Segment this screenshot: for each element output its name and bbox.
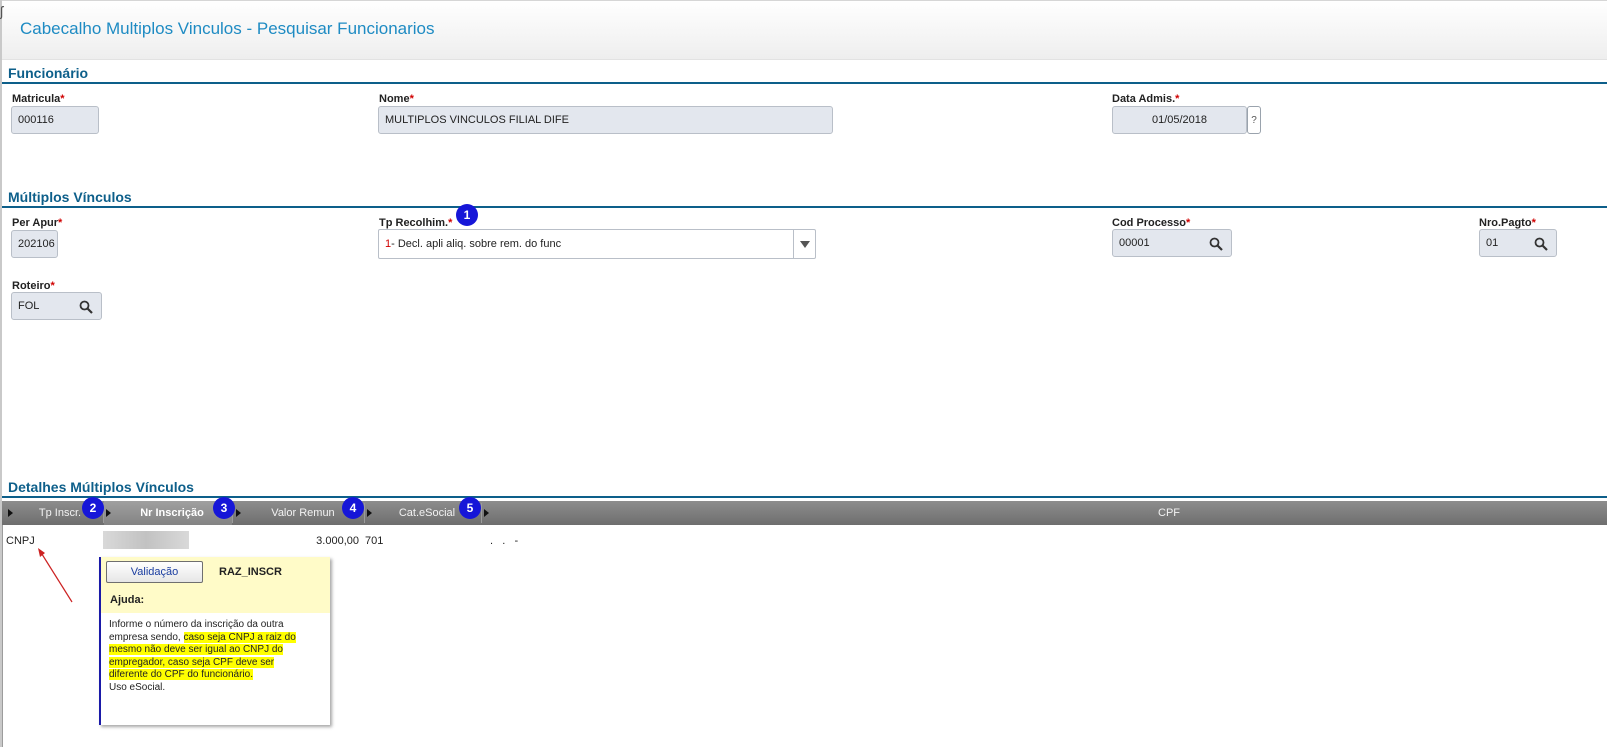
tooltip-field-name: RAZ_INSCR <box>219 566 282 578</box>
grid-arrow-icon[interactable] <box>8 509 13 517</box>
col-cpf[interactable]: CPF <box>490 501 1607 525</box>
cell-valor-remun[interactable]: 3.000,00 <box>240 535 359 547</box>
help-tooltip: Validação RAZ_INSCR Ajuda: Informe o núm… <box>99 557 330 725</box>
grid-arrow-icon[interactable] <box>484 509 489 517</box>
search-icon[interactable] <box>1534 237 1548 251</box>
annotation-badge-3: 3 <box>213 497 235 519</box>
nome-field[interactable]: MULTIPLOS VINCULOS FILIAL DIFE <box>378 106 833 134</box>
nro-pagto-value: 01 <box>1486 237 1499 249</box>
section-title-funcionario: Funcionário <box>8 65 89 81</box>
section-divider <box>2 82 1607 84</box>
tooltip-text-2: Uso eSocial. <box>109 681 166 693</box>
grid-arrow-icon[interactable] <box>106 509 111 517</box>
col-divider <box>481 503 482 523</box>
tooltip-help-title: Ajuda: <box>110 594 145 606</box>
data-admis-label: Data Admis.* <box>1112 93 1180 105</box>
search-icon[interactable] <box>1209 237 1223 251</box>
tp-recolhim-label: Tp Recolhim.* <box>379 217 453 229</box>
roteiro-label: Roteiro* <box>12 280 55 292</box>
window-corner-icon: ʃ <box>0 3 4 19</box>
section-divider <box>2 206 1607 208</box>
cell-cpf[interactable]: . . - <box>490 535 518 547</box>
cell-cat-esocial[interactable]: 701 <box>365 535 383 547</box>
date-help-button[interactable]: ? <box>1247 106 1261 134</box>
per-apur-label: Per Apur* <box>12 217 63 229</box>
grid-header: Tp Inscr. Nr Inscrição Valor Remun Cat.e… <box>2 501 1607 525</box>
annotation-badge-2: 2 <box>82 497 104 519</box>
annotation-badge-1: 1 <box>456 204 478 226</box>
tp-recolhim-text: - Decl. apli aliq. sobre rem. do func <box>391 238 562 250</box>
nro-pagto-field[interactable]: 01 <box>1479 229 1557 257</box>
col-divider <box>364 503 365 523</box>
annotation-badge-4: 4 <box>342 497 364 519</box>
cod-processo-value: 00001 <box>1119 237 1150 249</box>
cell-nr-inscricao-redacted[interactable] <box>103 531 189 549</box>
roteiro-value: FOL <box>18 300 40 312</box>
data-admis-field[interactable]: 01/05/2018 <box>1112 106 1247 134</box>
select-caret-box[interactable] <box>793 230 815 258</box>
cod-processo-field[interactable]: 00001 <box>1112 229 1232 257</box>
tooltip-help-text: Informe o número da inscrição da outra e… <box>109 619 314 695</box>
cod-processo-label: Cod Processo* <box>1112 217 1191 229</box>
page-title: Cabecalho Multiplos Vinculos - Pesquisar… <box>20 19 435 38</box>
section-divider <box>2 496 1607 498</box>
chevron-down-icon <box>800 241 810 248</box>
grid-arrow-icon[interactable] <box>236 509 241 517</box>
grid-arrow-icon[interactable] <box>367 509 372 517</box>
tp-recolhim-select[interactable]: 1 - Decl. apli aliq. sobre rem. do func <box>378 229 816 259</box>
annotation-arrow <box>38 548 73 603</box>
search-icon[interactable] <box>79 300 93 314</box>
matricula-label: Matricula* <box>12 93 65 105</box>
per-apur-field[interactable]: 202106 <box>11 230 58 258</box>
nome-label: Nome* <box>379 93 414 105</box>
matricula-field[interactable]: 000116 <box>11 106 99 134</box>
section-title-detalhes: Detalhes Múltiplos Vínculos <box>8 479 194 495</box>
annotation-badge-5: 5 <box>459 497 481 519</box>
roteiro-field[interactable]: FOL <box>11 292 102 320</box>
section-title-multiplos: Múltiplos Vínculos <box>8 189 132 205</box>
nro-pagto-label: Nro.Pagto* <box>1479 217 1536 229</box>
validacao-button[interactable]: Validação <box>106 561 203 583</box>
